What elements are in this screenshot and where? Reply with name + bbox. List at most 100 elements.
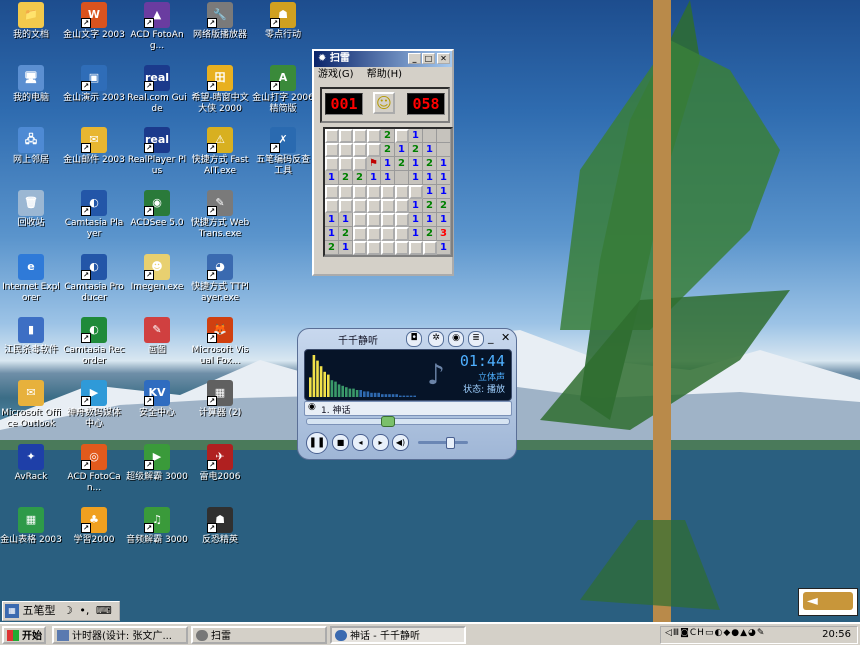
player-eq-icon[interactable]: ◉ xyxy=(448,331,464,347)
mine-cell[interactable]: 1 xyxy=(437,185,451,199)
mine-cell[interactable] xyxy=(367,199,381,213)
mine-cell[interactable]: 1 xyxy=(423,213,437,227)
tray-icon[interactable]: ◐ xyxy=(714,628,723,638)
desktop-icon[interactable]: ♫ ↗ 音频解霸 3000 xyxy=(126,507,188,546)
mine-cell[interactable]: 1 xyxy=(437,241,451,255)
desktop-icon[interactable]: ◐ ↗ Camtasia Recorder xyxy=(63,317,125,367)
mine-cell[interactable]: 2 xyxy=(381,129,395,143)
mine-cell[interactable]: 2 xyxy=(423,157,437,171)
mine-cell[interactable] xyxy=(395,199,409,213)
mine-cell[interactable]: 1 xyxy=(367,171,381,185)
mine-cell[interactable] xyxy=(353,185,367,199)
desktop-icon[interactable]: KV ↗ 安全中心 xyxy=(126,380,188,419)
mine-cell[interactable] xyxy=(409,241,423,255)
desktop-icon[interactable]: 🗑 回收站 xyxy=(0,190,62,229)
desktop-icon[interactable]: A ↗ 金山打字 2006精简版 xyxy=(252,65,314,115)
taskbar-button-minesweeper[interactable]: 扫雷 xyxy=(191,626,327,644)
mine-cell[interactable]: 2 xyxy=(339,171,353,185)
mine-cell[interactable] xyxy=(395,227,409,241)
flag-icon[interactable]: ⚑ xyxy=(367,157,381,171)
mine-cell[interactable]: 1 xyxy=(395,143,409,157)
mine-cell[interactable]: 1 xyxy=(381,157,395,171)
mine-cell[interactable]: 1 xyxy=(409,171,423,185)
mine-cell[interactable] xyxy=(395,241,409,255)
mine-cell[interactable]: 2 xyxy=(423,199,437,213)
tray-icon[interactable]: ◙ xyxy=(680,628,690,638)
desktop-icon[interactable]: ▶ ↗ 神舟数码媒体中心 xyxy=(63,380,125,430)
mine-cell[interactable]: 2 xyxy=(339,227,353,241)
desktop-icon[interactable]: ◉ ↗ ACDSee 5.0 xyxy=(126,190,188,229)
mine-cell[interactable] xyxy=(353,157,367,171)
mine-cell[interactable] xyxy=(325,157,339,171)
close-button[interactable]: ✕ xyxy=(437,53,450,64)
desktop-icon[interactable]: ◐ ↗ Camtasia Producer xyxy=(63,254,125,304)
tray-icon[interactable]: ◁ xyxy=(665,628,673,638)
player-mini-icon[interactable]: ◘ xyxy=(406,331,422,347)
mine-cell[interactable] xyxy=(353,227,367,241)
play-pause-button[interactable]: ❚❚ xyxy=(306,432,328,454)
desktop-icon[interactable]: ▮ 江民杀毒软件 xyxy=(0,317,62,356)
player-close-button[interactable]: ✕ xyxy=(501,331,510,344)
mine-cell[interactable] xyxy=(381,213,395,227)
tray-icon[interactable]: CH xyxy=(690,628,705,638)
mine-cell[interactable]: 3 xyxy=(437,227,451,241)
desktop-icon[interactable]: 🖧 网上邻居 xyxy=(0,127,62,166)
mine-cell[interactable] xyxy=(423,129,437,143)
mine-cell[interactable]: 1 xyxy=(437,213,451,227)
mine-cell[interactable] xyxy=(381,185,395,199)
mine-cell[interactable]: 2 xyxy=(325,241,339,255)
mine-cell[interactable] xyxy=(395,129,409,143)
mine-cell[interactable]: 2 xyxy=(437,199,451,213)
desktop-icon[interactable]: real ↗ RealPlayer Plus xyxy=(126,127,188,177)
mine-cell[interactable]: 1 xyxy=(339,241,353,255)
minesweeper-window[interactable]: ✹ 扫雷 _ □ ✕ 游戏(G) 帮助(H) 001 ☺ 058 2 1 2 1 2 1 ⚑… xyxy=(312,49,454,276)
mine-cell[interactable] xyxy=(437,129,451,143)
mine-cell[interactable] xyxy=(367,143,381,157)
mine-cell[interactable]: 1 xyxy=(325,227,339,241)
desktop-icon[interactable]: ⚠ ↗ 快捷方式 FastAIT.exe xyxy=(189,127,251,177)
tray-icon[interactable]: ▲ xyxy=(740,628,748,638)
start-button[interactable]: 开始 xyxy=(2,626,46,644)
back-arrow-button[interactable]: ◄ xyxy=(798,588,858,616)
desktop-icon[interactable]: ✉ ↗ 金山邮件 2003 xyxy=(63,127,125,166)
mine-cell[interactable] xyxy=(325,143,339,157)
mine-cell[interactable] xyxy=(367,185,381,199)
mine-cell[interactable] xyxy=(353,143,367,157)
ime-punct-icon[interactable]: •, xyxy=(79,604,89,617)
desktop-icon[interactable]: ☗ ↗ 反恐精英 xyxy=(189,507,251,546)
minesweeper-titlebar[interactable]: ✹ 扫雷 _ □ ✕ xyxy=(314,51,452,67)
mine-cell[interactable] xyxy=(325,199,339,213)
mine-cell[interactable] xyxy=(339,199,353,213)
desktop-icon[interactable]: ▦ 金山表格 2003 xyxy=(0,507,62,546)
desktop-icon[interactable]: ☗ ↗ 零点行动 xyxy=(252,2,314,41)
prev-button[interactable]: ◂ xyxy=(352,434,369,451)
mine-cell[interactable]: 1 xyxy=(409,213,423,227)
desktop-icon[interactable]: ✦ AvRack xyxy=(0,444,62,483)
face-button[interactable]: ☺ xyxy=(373,92,395,114)
desktop-icon[interactable]: 🖥 我的电脑 xyxy=(0,65,62,104)
mine-cell[interactable] xyxy=(395,213,409,227)
mine-cell[interactable] xyxy=(395,171,409,185)
mine-cell[interactable] xyxy=(353,213,367,227)
mine-cell[interactable] xyxy=(395,185,409,199)
tray-icon[interactable]: ◕ xyxy=(748,628,757,638)
seek-bar[interactable] xyxy=(306,416,510,427)
ttplayer-window[interactable]: 千千静听 ◘ ✲ ◉ ≣ _ ✕ ♪ 01:44 立体声 状态: 播放 ◉ 1.… xyxy=(297,328,517,460)
desktop-icon[interactable]: ◐ ↗ Camtasia Player xyxy=(63,190,125,240)
ime-toolbar[interactable]: ▦ 五笔型 ☽ •, ⌨ xyxy=(2,601,120,621)
desktop-icon[interactable]: ✎ 画图 xyxy=(126,317,188,356)
mine-cell[interactable] xyxy=(423,241,437,255)
mine-cell[interactable] xyxy=(325,129,339,143)
volume-icon[interactable]: ◀) xyxy=(392,434,409,451)
desktop-icon[interactable]: 🦊 ↗ Microsoft Visual Fox... xyxy=(189,317,251,367)
mine-cell[interactable] xyxy=(325,185,339,199)
seek-knob[interactable] xyxy=(381,416,395,427)
ime-keyboard-icon[interactable]: ⌨ xyxy=(96,604,112,617)
volume-knob[interactable] xyxy=(446,437,455,449)
desktop-icon[interactable]: 田 ↗ 希望-晴窗中文大侠 2000 xyxy=(189,65,251,115)
taskbar-button-timer[interactable]: 计时器(设计: 张文广... xyxy=(52,626,188,644)
mine-cell[interactable] xyxy=(381,199,395,213)
mine-cell[interactable]: 1 xyxy=(437,157,451,171)
player-list-icon[interactable]: ≣ xyxy=(468,331,484,347)
maximize-button[interactable]: □ xyxy=(422,53,435,64)
